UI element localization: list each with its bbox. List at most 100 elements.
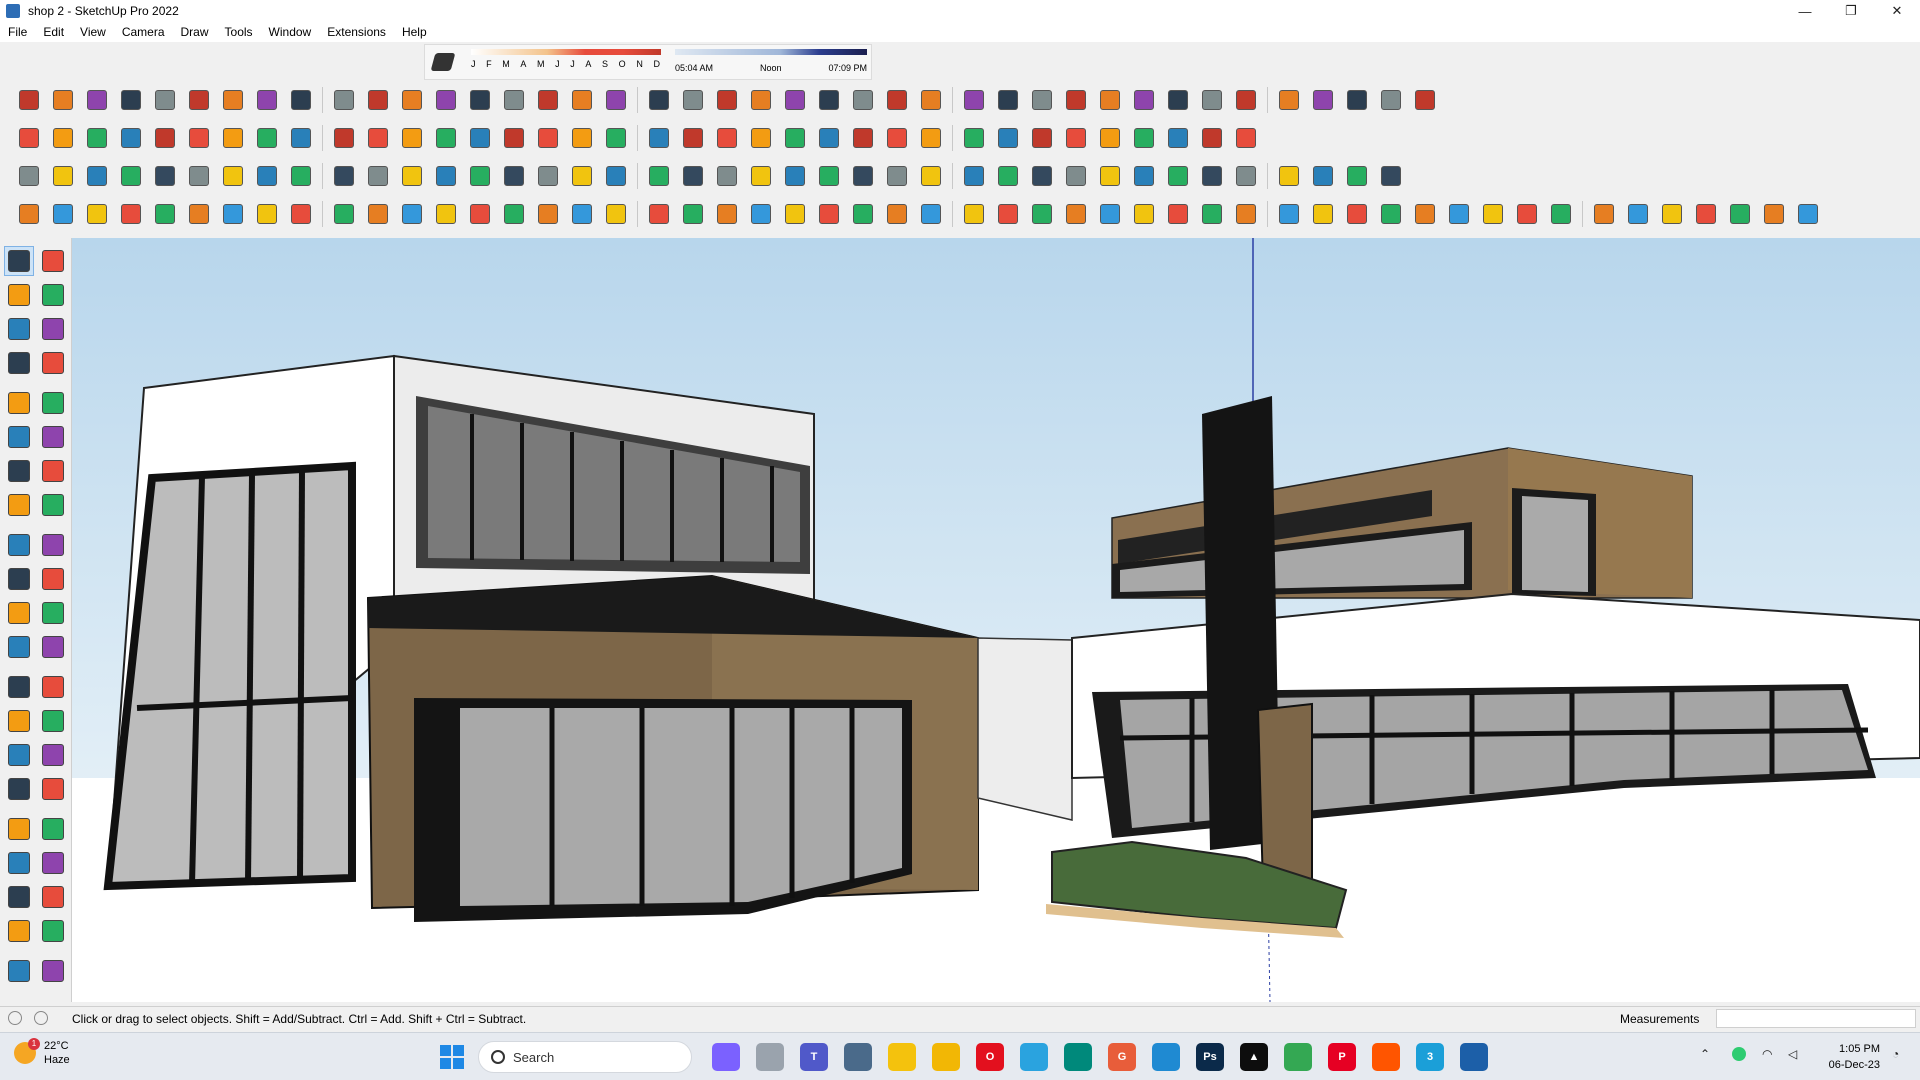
toolbar-button[interactable] [15,86,43,114]
toolbar-button[interactable] [1232,200,1260,228]
toolbar-button[interactable] [994,200,1022,228]
toolbar-button[interactable] [364,124,392,152]
toolbar-button[interactable] [287,200,315,228]
toolbar-button[interactable] [1343,162,1371,190]
toolbar-button[interactable] [781,200,809,228]
toolbar-button[interactable] [1377,162,1405,190]
toolbar-button[interactable] [849,162,877,190]
toolbar-button[interactable] [253,200,281,228]
tool-drape[interactable] [38,956,68,986]
measurements-input[interactable] [1716,1009,1916,1028]
toolbar-button[interactable] [398,86,426,114]
toolbar-button[interactable] [917,200,945,228]
vscode-icon[interactable] [1152,1043,1180,1071]
menu-extensions[interactable]: Extensions [319,25,394,39]
tool-paint-bucket[interactable] [4,280,34,310]
calculator-icon[interactable] [844,1043,872,1071]
toolbar-button[interactable] [713,124,741,152]
taskbar-clock[interactable]: 1:05 PM 06-Dec-23 [1816,1041,1880,1073]
toolbar-button[interactable] [747,162,775,190]
tool-rotate[interactable] [4,564,34,594]
volume-icon[interactable]: ◁ [1788,1047,1797,1061]
toolbar-button[interactable] [15,124,43,152]
toolbar-button[interactable] [1309,200,1337,228]
menu-help[interactable]: Help [394,25,435,39]
toolbar-button[interactable] [1726,200,1754,228]
toolbar-button[interactable] [432,124,460,152]
weather-widget[interactable]: 1 22°C Haze [14,1038,70,1067]
toolbar-button[interactable] [960,124,988,152]
toolbar-button[interactable] [1624,200,1652,228]
toolbar-button[interactable] [83,124,111,152]
toolbar-button[interactable] [466,162,494,190]
tool-orbit[interactable] [38,246,68,276]
tray-chevron-icon[interactable]: ⌃ [1700,1047,1710,1061]
tool-pan[interactable] [38,740,68,770]
toolbar-button[interactable] [1479,200,1507,228]
tool-two-point-arc[interactable] [38,456,68,486]
telegram-icon[interactable] [1020,1043,1048,1071]
toolbar-button[interactable] [151,162,179,190]
tool-protractor[interactable] [4,672,34,702]
menu-camera[interactable]: Camera [114,25,173,39]
toolbar-button[interactable] [815,200,843,228]
toolbar-button[interactable] [534,162,562,190]
tool-position-camera[interactable] [4,848,34,878]
toolbar-button[interactable] [534,86,562,114]
toolbar-button[interactable] [466,200,494,228]
copilot-icon[interactable] [712,1043,740,1071]
time-slider[interactable]: 05:04 AM Noon 07:09 PM [675,49,867,77]
toolbar-button[interactable] [917,162,945,190]
chrome-icon[interactable] [1284,1043,1312,1071]
toolbar-button[interactable] [602,162,630,190]
toolbar-button[interactable] [151,200,179,228]
tool-follow-me[interactable] [38,564,68,594]
toolbar-button[interactable] [1760,200,1788,228]
menu-window[interactable]: Window [261,25,320,39]
toolbar-button[interactable] [1309,86,1337,114]
toolbar-button[interactable] [1445,200,1473,228]
toolbar-button[interactable] [1198,124,1226,152]
tray-app-icon[interactable] [1732,1047,1746,1061]
toolbar-button[interactable] [219,200,247,228]
tool-circle[interactable] [4,422,34,452]
tool-look-around[interactable] [38,848,68,878]
toolbar-button[interactable] [432,200,460,228]
autodesk-icon[interactable]: ▲ [1240,1043,1268,1071]
toolbar-button[interactable] [747,200,775,228]
toolbar-button[interactable] [883,124,911,152]
toolbar-button[interactable] [781,162,809,190]
tool-rotated-rectangle[interactable] [38,388,68,418]
toolbar-button[interactable] [994,124,1022,152]
toolbar-button[interactable] [994,86,1022,114]
notification-bell-icon[interactable]: ◔ [1892,1047,1899,1061]
menu-view[interactable]: View [72,25,114,39]
toolbar-button[interactable] [1062,86,1090,114]
toolbar-button[interactable] [364,86,392,114]
toolbar-button[interactable] [883,200,911,228]
tool-three-point-arc[interactable] [4,490,34,520]
toolbar-button[interactable] [849,124,877,152]
toolbar-button[interactable] [1411,200,1439,228]
toolbar-button[interactable] [602,124,630,152]
toolbar-button[interactable] [287,162,315,190]
toolbar-button[interactable] [1794,200,1822,228]
toolbar-button[interactable] [602,86,630,114]
toolbar-button[interactable] [1547,200,1575,228]
toolbar-button[interactable] [117,86,145,114]
geo-location-icon[interactable] [8,1011,22,1025]
tool-select[interactable] [4,246,34,276]
taskbar-search[interactable]: Search [478,1041,692,1073]
toolbar-button[interactable] [1309,162,1337,190]
toolbar-button[interactable] [398,200,426,228]
toolbar-button[interactable] [1164,124,1192,152]
tool-zoom-extents[interactable] [4,814,34,844]
toolbar-button[interactable] [1130,124,1158,152]
sketchup-task-icon[interactable] [1460,1043,1488,1071]
tool-push-pull[interactable] [38,530,68,560]
toolbar-button[interactable] [713,200,741,228]
toolbar-button[interactable] [185,200,213,228]
toolbar-button[interactable] [679,124,707,152]
toolbar-button[interactable] [645,124,673,152]
opera-icon[interactable]: O [976,1043,1004,1071]
